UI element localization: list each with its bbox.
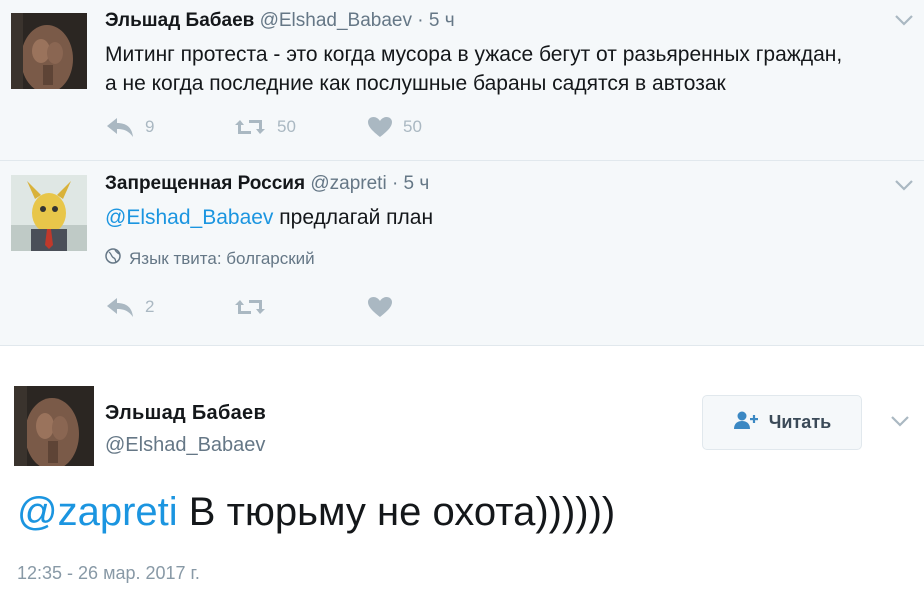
tweet-text-content: предлагай план (273, 206, 434, 229)
author-handle[interactable]: @Elshad_Babaev (105, 434, 265, 457)
chevron-down-icon[interactable] (894, 13, 914, 27)
follow-label: Читать (768, 412, 832, 432)
tweet-timestamp[interactable]: 12:35 - 26 мар. 2017 г. (17, 563, 200, 584)
reply-button[interactable]: 9 (105, 114, 154, 140)
tweet-1[interactable]: Эльшад Бабаев @Elshad_Babaev · 5 ч Митин… (0, 0, 924, 160)
chevron-down-icon[interactable] (894, 178, 914, 192)
reply-count: 2 (145, 297, 155, 316)
tweet-time[interactable]: · 5 ч (392, 173, 429, 194)
author-name[interactable]: Эльшад Бабаев (105, 402, 266, 425)
tweet-header: Запрещенная Россия @zapreti · 5 ч (105, 173, 429, 195)
retweet-icon (233, 296, 267, 318)
tweet-time[interactable]: · 5 ч (417, 10, 454, 31)
like-icon (367, 116, 393, 138)
like-button[interactable] (367, 294, 393, 320)
tweet-text: @Elshad_Babaev предлагай план (105, 203, 433, 232)
tweet-actions: 9 50 50 (105, 114, 525, 140)
globe-icon (105, 248, 121, 269)
follow-button[interactable]: Читать (702, 395, 862, 450)
tweet-text-line: а не когда последние как послушные баран… (105, 72, 726, 95)
like-count: 50 (403, 117, 422, 136)
author-handle[interactable]: @Elshad_Babaev (260, 10, 412, 31)
retweet-count: 50 (277, 117, 296, 136)
chevron-down-icon[interactable] (890, 414, 910, 428)
translate-tweet-link[interactable]: Язык твита: болгарский (105, 248, 315, 269)
language-note: Язык твита: болгарский (129, 248, 315, 268)
tweet-text: @zapreti В тюрьму не охота)))))) (17, 486, 615, 538)
tweet-actions: 2 (105, 294, 525, 320)
reply-icon (105, 116, 135, 138)
main-tweet (0, 346, 924, 596)
like-button[interactable]: 50 (367, 114, 422, 140)
tweet-text-content: В тюрьму не охота)))))) (177, 490, 616, 534)
avatar[interactable] (11, 13, 87, 89)
tweet-text-line: Митинг протеста - это когда мусора в ужа… (105, 43, 843, 66)
author-name[interactable]: Запрещенная Россия (105, 173, 305, 194)
reply-button[interactable]: 2 (105, 294, 154, 320)
reply-count: 9 (145, 117, 155, 136)
author-handle[interactable]: @zapreti (310, 173, 386, 194)
follow-person-icon (733, 410, 759, 435)
retweet-icon (233, 116, 267, 138)
like-icon (367, 296, 393, 318)
reply-icon (105, 296, 135, 318)
mention-link[interactable]: @Elshad_Babaev (105, 206, 273, 229)
tweet-2[interactable]: Запрещенная Россия @zapreti · 5 ч @Elsha… (0, 161, 924, 345)
mention-link[interactable]: @zapreti (17, 490, 178, 534)
avatar[interactable] (11, 175, 87, 251)
author-name[interactable]: Эльшад Бабаев (105, 10, 254, 31)
tweet-text: Митинг протеста - это когда мусора в ужа… (105, 40, 842, 98)
avatar[interactable] (14, 386, 94, 466)
retweet-button[interactable]: 50 (233, 114, 296, 140)
tweet-header: Эльшад Бабаев @Elshad_Babaev · 5 ч (105, 10, 455, 32)
retweet-button[interactable] (233, 294, 267, 320)
